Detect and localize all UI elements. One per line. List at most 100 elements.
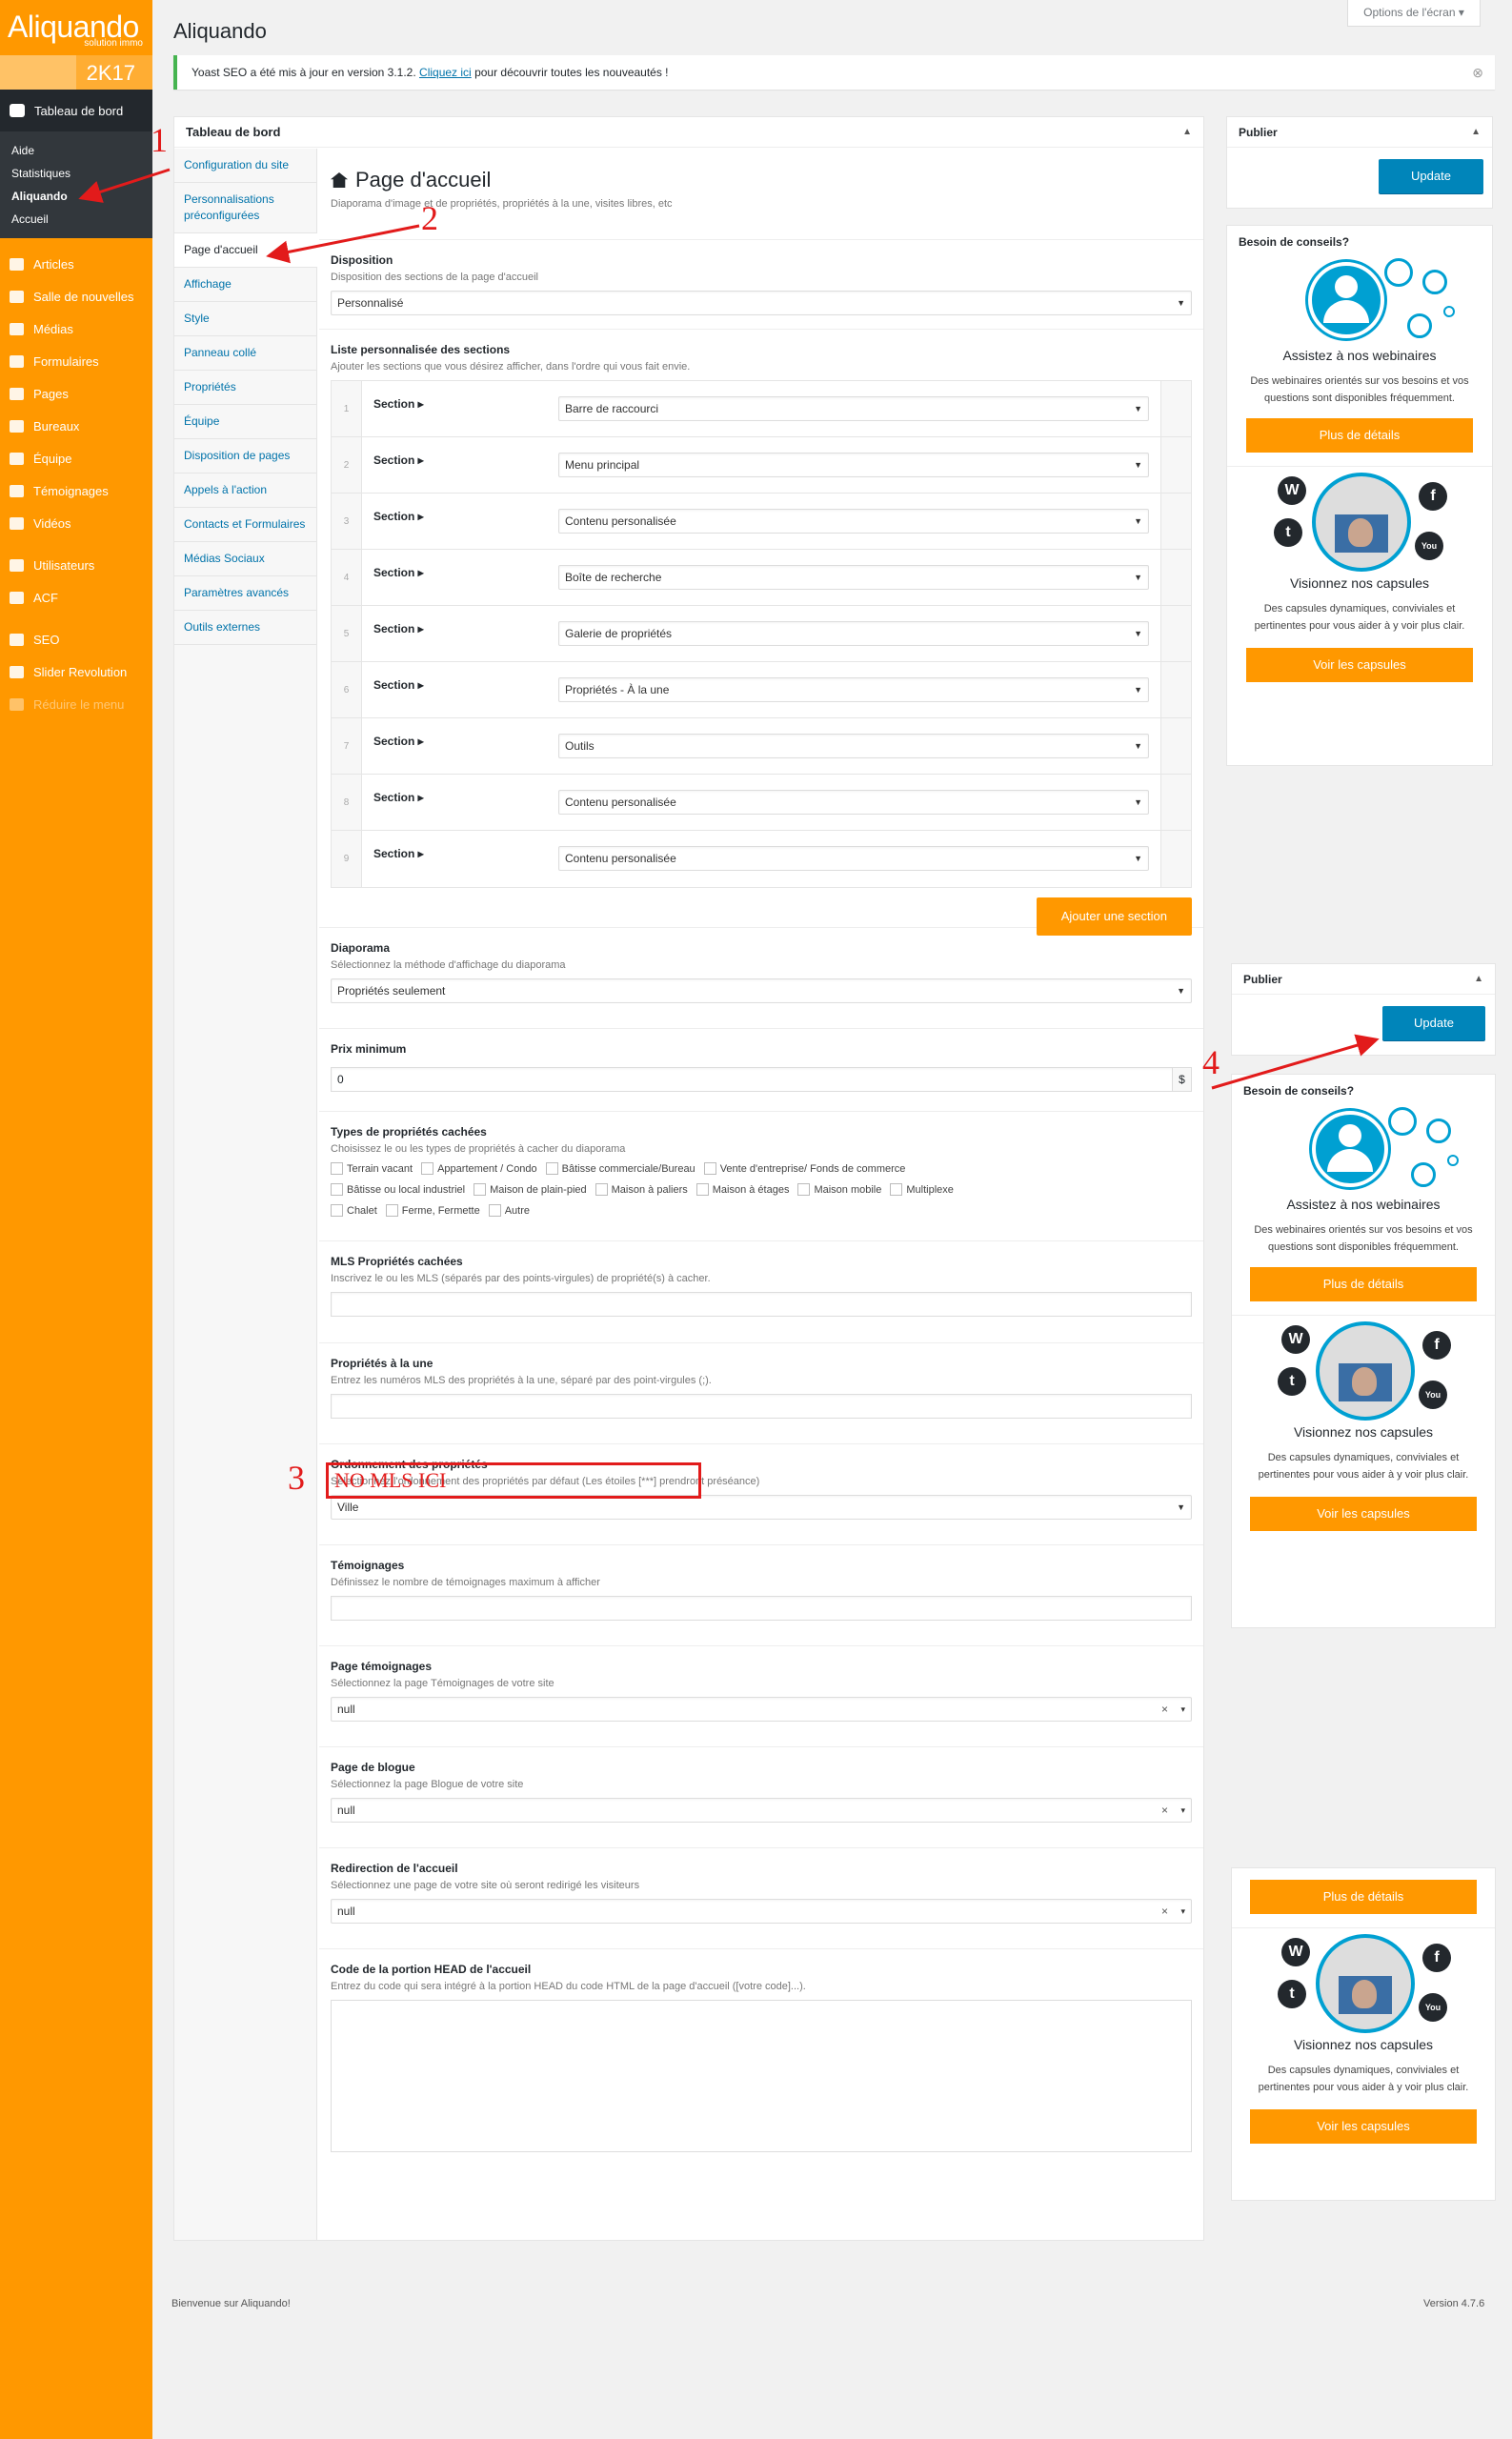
menu-seo[interactable]: SEO xyxy=(0,623,152,655)
tab-panneau-colle[interactable]: Panneau collé xyxy=(174,336,316,371)
row-handle[interactable] xyxy=(1160,437,1191,493)
row-handle[interactable] xyxy=(1160,662,1191,717)
collapse-triangle-icon[interactable]: ▲ xyxy=(1474,964,1483,995)
tab-parametres[interactable]: Paramètres avancés xyxy=(174,576,316,611)
checkbox-box[interactable] xyxy=(421,1162,434,1175)
section-row-label[interactable]: Section ▸ xyxy=(362,437,558,493)
row-handle[interactable] xyxy=(1160,494,1191,549)
notice-link[interactable]: Cliquez ici xyxy=(419,66,472,79)
add-section-button[interactable]: Ajouter une section xyxy=(1036,897,1192,936)
row-handle[interactable] xyxy=(1160,775,1191,830)
row-number[interactable]: 3 xyxy=(332,494,362,549)
capsules-button[interactable]: Voir les capsules xyxy=(1250,2109,1477,2144)
webinar-details-button[interactable]: Plus de détails xyxy=(1246,418,1473,453)
property-type-checkbox[interactable]: Multiplexe xyxy=(890,1183,954,1196)
section-row-label[interactable]: Section ▸ xyxy=(362,606,558,661)
property-type-checkbox[interactable]: Ferme, Fermette xyxy=(385,1204,480,1217)
prix-minimum-input[interactable]: 0 $ xyxy=(331,1067,1192,1092)
collapse-triangle-icon[interactable]: ▲ xyxy=(1471,117,1481,148)
dismiss-icon[interactable]: ⊗ xyxy=(1472,55,1483,90)
tab-equipe[interactable]: Équipe xyxy=(174,405,316,439)
tab-personnalisations[interactable]: Personnalisations préconfigurées xyxy=(174,183,316,233)
row-handle[interactable] xyxy=(1160,381,1191,436)
submenu-accueil[interactable]: Accueil xyxy=(0,208,152,231)
checkbox-box[interactable] xyxy=(797,1183,811,1196)
checkbox-box[interactable] xyxy=(331,1204,343,1217)
twitter-icon[interactable]: t xyxy=(1274,518,1302,547)
tab-outils-externes[interactable]: Outils externes xyxy=(174,611,316,645)
section-select[interactable]: Outils ▼ xyxy=(558,734,1149,758)
tab-affichage[interactable]: Affichage xyxy=(174,268,316,302)
section-select[interactable]: Menu principal ▼ xyxy=(558,453,1149,477)
publish-header[interactable]: Publier ▲ xyxy=(1232,964,1495,995)
row-handle[interactable] xyxy=(1160,550,1191,605)
menu-formulaires[interactable]: Formulaires xyxy=(0,345,152,377)
checkbox-box[interactable] xyxy=(385,1204,398,1217)
capsules-button[interactable]: Voir les capsules xyxy=(1246,648,1473,682)
checkbox-box[interactable] xyxy=(488,1204,501,1217)
checkbox-box[interactable] xyxy=(595,1183,608,1196)
row-number[interactable]: 6 xyxy=(332,662,362,717)
row-handle[interactable] xyxy=(1160,606,1191,661)
menu-dashboard[interactable]: Tableau de bord xyxy=(0,90,152,131)
clear-icon[interactable]: × xyxy=(1161,1698,1168,1721)
property-type-checkbox[interactable]: Maison à paliers xyxy=(595,1183,688,1196)
youtube-icon[interactable]: You xyxy=(1419,1993,1447,2022)
tab-configuration[interactable]: Configuration du site xyxy=(174,149,316,183)
property-type-checkbox[interactable]: Maison à étages xyxy=(696,1183,789,1196)
tab-proprietes[interactable]: Propriétés xyxy=(174,371,316,405)
webinar-details-button[interactable]: Plus de détails xyxy=(1250,1880,1477,1914)
property-type-checkbox[interactable]: Bâtisse ou local industriel xyxy=(331,1183,465,1196)
head-code-textarea[interactable] xyxy=(331,2000,1192,2152)
submenu-aliquando[interactable]: Aliquando xyxy=(0,185,152,208)
row-number[interactable]: 4 xyxy=(332,550,362,605)
menu-slider-revolution[interactable]: Slider Revolution xyxy=(0,655,152,688)
youtube-icon[interactable]: You xyxy=(1415,532,1443,560)
update-button[interactable]: Update xyxy=(1379,159,1483,193)
property-type-checkbox[interactable]: Autre xyxy=(488,1204,530,1217)
menu-videos[interactable]: Vidéos xyxy=(0,507,152,539)
menu-bureaux[interactable]: Bureaux xyxy=(0,410,152,442)
testimonials-page-select[interactable]: null × ▾ xyxy=(331,1697,1192,1722)
row-number[interactable]: 8 xyxy=(332,775,362,830)
section-select[interactable]: Contenu personalisée ▼ xyxy=(558,790,1149,815)
facebook-icon[interactable]: f xyxy=(1422,1331,1451,1360)
capsule-thumbnail[interactable] xyxy=(1316,1934,1415,2033)
property-type-checkbox[interactable]: Maison de plain-pied xyxy=(474,1183,587,1196)
checkbox-box[interactable] xyxy=(890,1183,903,1196)
section-row-label[interactable]: Section ▸ xyxy=(362,550,558,605)
facebook-icon[interactable]: f xyxy=(1422,1944,1451,1972)
twitter-icon[interactable]: t xyxy=(1278,1980,1306,2008)
row-handle[interactable] xyxy=(1160,718,1191,774)
clear-icon[interactable]: × xyxy=(1161,1900,1168,1923)
capsules-button[interactable]: Voir les capsules xyxy=(1250,1497,1477,1531)
checkbox-box[interactable] xyxy=(331,1162,343,1175)
section-row-label[interactable]: Section ▸ xyxy=(362,775,558,830)
menu-utilisateurs[interactable]: Utilisateurs xyxy=(0,549,152,581)
clear-icon[interactable]: × xyxy=(1161,1799,1168,1822)
capsule-thumbnail[interactable] xyxy=(1316,1321,1415,1421)
section-select[interactable]: Propriétés - À la une ▼ xyxy=(558,677,1149,702)
menu-pages[interactable]: Pages xyxy=(0,377,152,410)
redirect-page-select[interactable]: null × ▾ xyxy=(331,1899,1192,1924)
tab-page-accueil[interactable]: Page d'accueil xyxy=(174,233,317,268)
facebook-icon[interactable]: f xyxy=(1419,482,1447,511)
twitter-icon[interactable]: t xyxy=(1278,1367,1306,1396)
mls-hidden-input[interactable] xyxy=(331,1292,1192,1317)
menu-collapse[interactable]: Réduire le menu xyxy=(0,688,152,720)
collapse-triangle-icon[interactable]: ▲ xyxy=(1182,117,1192,148)
section-select[interactable]: Boîte de recherche ▼ xyxy=(558,565,1149,590)
menu-acf[interactable]: ACF xyxy=(0,581,152,614)
disposition-select[interactable]: Personnalisé ▼ xyxy=(331,291,1192,315)
property-type-checkbox[interactable]: Maison mobile xyxy=(797,1183,881,1196)
checkbox-box[interactable] xyxy=(474,1183,487,1196)
property-type-checkbox[interactable]: Appartement / Condo xyxy=(421,1162,537,1175)
property-type-checkbox[interactable]: Bâtisse commerciale/Bureau xyxy=(545,1162,696,1175)
tab-disposition-pages[interactable]: Disposition de pages xyxy=(174,439,316,474)
checkbox-box[interactable] xyxy=(331,1183,343,1196)
section-row-label[interactable]: Section ▸ xyxy=(362,381,558,436)
section-select[interactable]: Barre de raccourci ▼ xyxy=(558,396,1149,421)
submenu-aide[interactable]: Aide xyxy=(0,139,152,162)
section-row-label[interactable]: Section ▸ xyxy=(362,662,558,717)
checkbox-box[interactable] xyxy=(703,1162,716,1175)
